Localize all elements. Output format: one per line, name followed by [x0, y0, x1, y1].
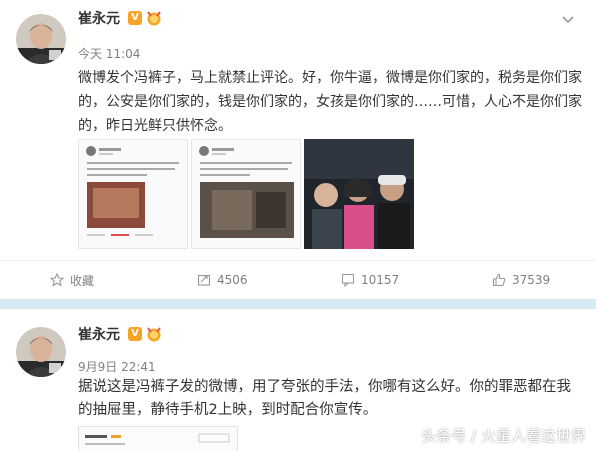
comment-count: 10157	[361, 273, 400, 287]
weibo-post: 崔永元 V 今天 11:04 微博发个冯裤子，马上就禁止评论。好，你牛逼，微博是…	[0, 0, 596, 299]
comment-button[interactable]: 10157	[341, 271, 399, 289]
avatar[interactable]	[16, 14, 66, 64]
embedded-screenshot[interactable]	[78, 426, 238, 451]
post-time[interactable]: 9月9日 22:41	[78, 358, 156, 375]
repost-icon	[197, 274, 211, 286]
thumbs-up-icon	[492, 273, 506, 287]
repost-button[interactable]: 4506	[197, 271, 248, 289]
chevron-down-icon[interactable]	[562, 16, 574, 24]
watermark: 头条号 / 火星人看这世界	[421, 427, 586, 445]
image-thumbnail[interactable]	[304, 139, 414, 249]
post-separator	[0, 299, 596, 309]
favorite-label: 收藏	[70, 273, 95, 288]
post-text: 微博发个冯裤子，马上就禁止评论。好，你牛逼，微博是你们家的，税务是你们家的，公安…	[78, 70, 582, 134]
user-name[interactable]: 崔永元	[78, 8, 120, 28]
verified-icon: V	[128, 327, 142, 341]
medal-icon	[147, 11, 161, 26]
comment-icon	[341, 273, 355, 287]
star-icon	[50, 273, 64, 287]
weibo-post: 崔永元 V 9月9日 22:41 据说这是冯裤子发的微博，用了夸张的手法，你哪有…	[0, 309, 596, 451]
image-thumbnail[interactable]	[191, 139, 301, 249]
like-button[interactable]: 37539	[492, 271, 550, 289]
image-thumbnail[interactable]	[78, 139, 188, 249]
user-name[interactable]: 崔永元	[78, 324, 120, 344]
repost-count: 4506	[217, 273, 248, 287]
medal-icon	[147, 327, 161, 342]
avatar[interactable]	[16, 327, 66, 377]
like-count: 37539	[512, 273, 551, 287]
post-time[interactable]: 今天 11:04	[78, 45, 140, 62]
post-text: 据说这是冯裤子发的微博，用了夸张的手法，你哪有这么好。你的罪恶都在我的抽屉里，静…	[78, 379, 571, 418]
favorite-button[interactable]: 收藏	[50, 271, 94, 289]
action-bar: 收藏 4506 10157 37539	[0, 260, 596, 299]
verified-icon: V	[128, 11, 142, 25]
